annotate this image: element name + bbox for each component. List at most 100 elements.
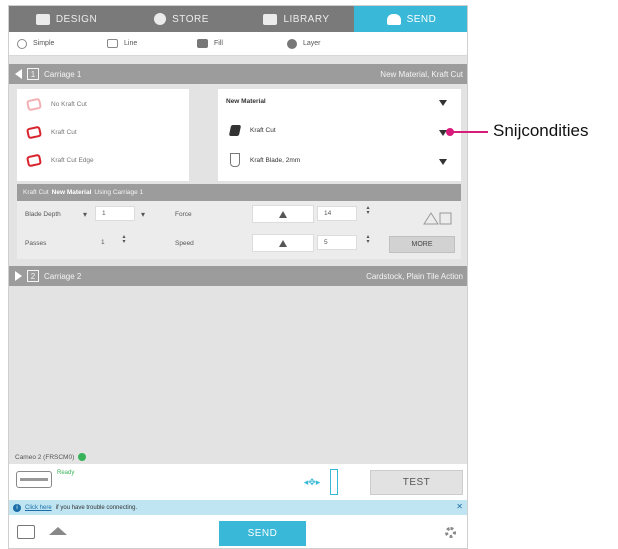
material-select[interactable]: New Material <box>226 98 456 105</box>
blade-position-icon[interactable] <box>330 469 338 495</box>
test-button[interactable]: TEST <box>370 470 463 495</box>
send-button-label: SEND <box>247 528 278 539</box>
subtab-fill[interactable]: Fill <box>189 39 279 48</box>
annotation-label: Snijcondities <box>493 121 589 140</box>
tab-design-label: DESIGN <box>55 13 98 25</box>
speed-stepper[interactable]: ▴ ▾ <box>365 234 371 245</box>
silhouette-studio-window: DESIGN STORE LIBRARY SEND Simple Line Fi… <box>8 5 468 549</box>
line-icon <box>107 39 118 48</box>
move-arrows-icon[interactable]: ◂✥▸ <box>302 475 322 489</box>
option-kraft-cut[interactable]: Kraft Cut <box>26 125 77 140</box>
tab-store[interactable]: STORE <box>124 6 239 32</box>
force-value: 14 <box>324 210 332 217</box>
force-slider[interactable] <box>252 205 314 223</box>
cut-icon <box>26 125 42 140</box>
design-icon <box>35 13 50 25</box>
carriage-1-header[interactable]: 1 Carriage 1 New Material, Kraft Cut <box>9 64 467 84</box>
ready-status: Ready <box>57 470 75 476</box>
settings-title-prefix: Kraft Cut <box>23 189 49 196</box>
machine-name: Cameo 2 (FRSCM0) <box>15 453 75 461</box>
blade-dropdown-chevron-down-icon[interactable] <box>439 159 447 165</box>
info-message: if you have trouble connecting. <box>55 504 138 511</box>
info-bar: i Click here if you have trouble connect… <box>9 500 467 515</box>
subtab-simple-label: Simple <box>33 40 55 47</box>
blade-select-value: Kraft Blade, 2mm <box>250 156 301 164</box>
carriage-1-label: Carriage 1 <box>44 69 82 79</box>
settings-title-material: New Material <box>51 189 92 196</box>
annotation-dot <box>446 128 454 136</box>
cut-settings-panel: New Material Kraft Cut Kraft Blade, 2mm <box>218 89 461 181</box>
cutter-machine-icon <box>16 471 52 488</box>
help-link[interactable]: Click here <box>25 505 52 511</box>
carriage-1-number: 1 <box>27 68 39 80</box>
settings-title-bar: Kraft Cut New Material Using Carriage 1 <box>17 184 461 201</box>
carriage-1-material: New Material, Kraft Cut <box>380 69 463 79</box>
force-field[interactable]: 14 <box>317 206 357 221</box>
carriage-2-header[interactable]: 2 Carriage 2 Cardstock, Plain Tile Actio… <box>9 266 467 286</box>
simple-icon <box>17 38 27 49</box>
blade-depth-up-arrow-icon[interactable]: ▾ <box>141 210 145 219</box>
blade-depth-field[interactable]: 1 <box>95 206 135 221</box>
speed-value: 5 <box>324 239 328 246</box>
library-icon <box>263 13 278 25</box>
blade-depth-value: 1 <box>102 210 106 217</box>
send-to-machine-icon[interactable] <box>17 525 35 539</box>
top-tab-bar: DESIGN STORE LIBRARY SEND <box>9 6 467 32</box>
send-button[interactable]: SEND <box>219 521 306 546</box>
layer-icon <box>287 38 297 49</box>
carriage-2-label: Carriage 2 <box>44 271 82 281</box>
passes-field[interactable]: 1 <box>95 235 117 250</box>
subtab-line[interactable]: Line <box>99 39 189 48</box>
option-no-kraft-cut-label: No Kraft Cut <box>51 101 87 108</box>
tab-send[interactable]: SEND <box>354 6 467 32</box>
blade-depth-down-arrow-icon[interactable]: ▾ <box>83 210 87 219</box>
force-label: Force <box>175 211 192 218</box>
send-mode-tabs: Simple Line Fill Layer <box>9 32 467 56</box>
force-slider-handle[interactable] <box>279 211 287 218</box>
tab-library-label: LIBRARY <box>283 13 330 25</box>
machine-status: Cameo 2 (FRSCM0) <box>9 450 467 464</box>
option-no-kraft-cut[interactable]: No Kraft Cut <box>26 97 87 112</box>
info-icon: i <box>13 503 21 512</box>
close-icon[interactable]: ✕ <box>456 502 463 511</box>
subtab-layer-label: Layer <box>303 40 321 47</box>
subtab-line-label: Line <box>124 40 138 47</box>
connected-check-icon <box>78 453 87 461</box>
speed-slider[interactable] <box>252 234 314 252</box>
force-stepper[interactable]: ▴ ▾ <box>365 205 371 216</box>
action-select[interactable]: Kraft Cut <box>228 125 276 136</box>
settings-title-suffix: Using Carriage 1 <box>94 189 144 196</box>
cut-edge-icon <box>26 153 42 168</box>
more-button[interactable]: MORE <box>389 236 455 253</box>
tab-store-label: STORE <box>172 13 209 25</box>
passes-label: Passes <box>25 240 47 247</box>
blade-depth-label: Blade Depth <box>25 211 61 218</box>
collapse-triangle-icon <box>15 69 22 79</box>
speed-slider-handle[interactable] <box>279 240 287 247</box>
gear-icon[interactable] <box>445 527 456 538</box>
annotation-line <box>450 131 488 133</box>
subtab-layer[interactable]: Layer <box>279 38 369 49</box>
tab-design[interactable]: DESIGN <box>9 6 124 32</box>
passes-stepper[interactable]: ▴ ▾ <box>121 234 127 245</box>
cut-settings: Blade Depth ▾ 1 ▾ Passes 1 ▴ ▾ Force 14 ▴… <box>17 201 461 259</box>
test-button-label: TEST <box>402 477 431 488</box>
option-kraft-cut-edge-label: Kraft Cut Edge <box>51 157 94 164</box>
fill-icon <box>197 39 208 48</box>
material-dropdown-chevron-down-icon[interactable] <box>439 100 447 106</box>
blade-select[interactable]: Kraft Blade, 2mm <box>230 153 300 167</box>
tab-library[interactable]: LIBRARY <box>239 6 354 32</box>
tab-send-label: SEND <box>406 13 437 25</box>
option-kraft-cut-label: Kraft Cut <box>51 129 77 136</box>
carriage-2-material: Cardstock, Plain Tile Action <box>366 271 463 281</box>
more-button-label: MORE <box>411 241 433 248</box>
tutorial-cap-icon[interactable] <box>49 527 67 535</box>
subtab-simple[interactable]: Simple <box>9 38 99 49</box>
carriage-2-number: 2 <box>27 270 39 282</box>
action-select-value: Kraft Cut <box>250 127 276 134</box>
store-icon <box>154 13 167 25</box>
shape-preview-icon <box>423 212 452 225</box>
speed-field[interactable]: 5 <box>317 235 357 250</box>
expand-triangle-icon <box>15 271 22 281</box>
option-kraft-cut-edge[interactable]: Kraft Cut Edge <box>26 153 94 168</box>
